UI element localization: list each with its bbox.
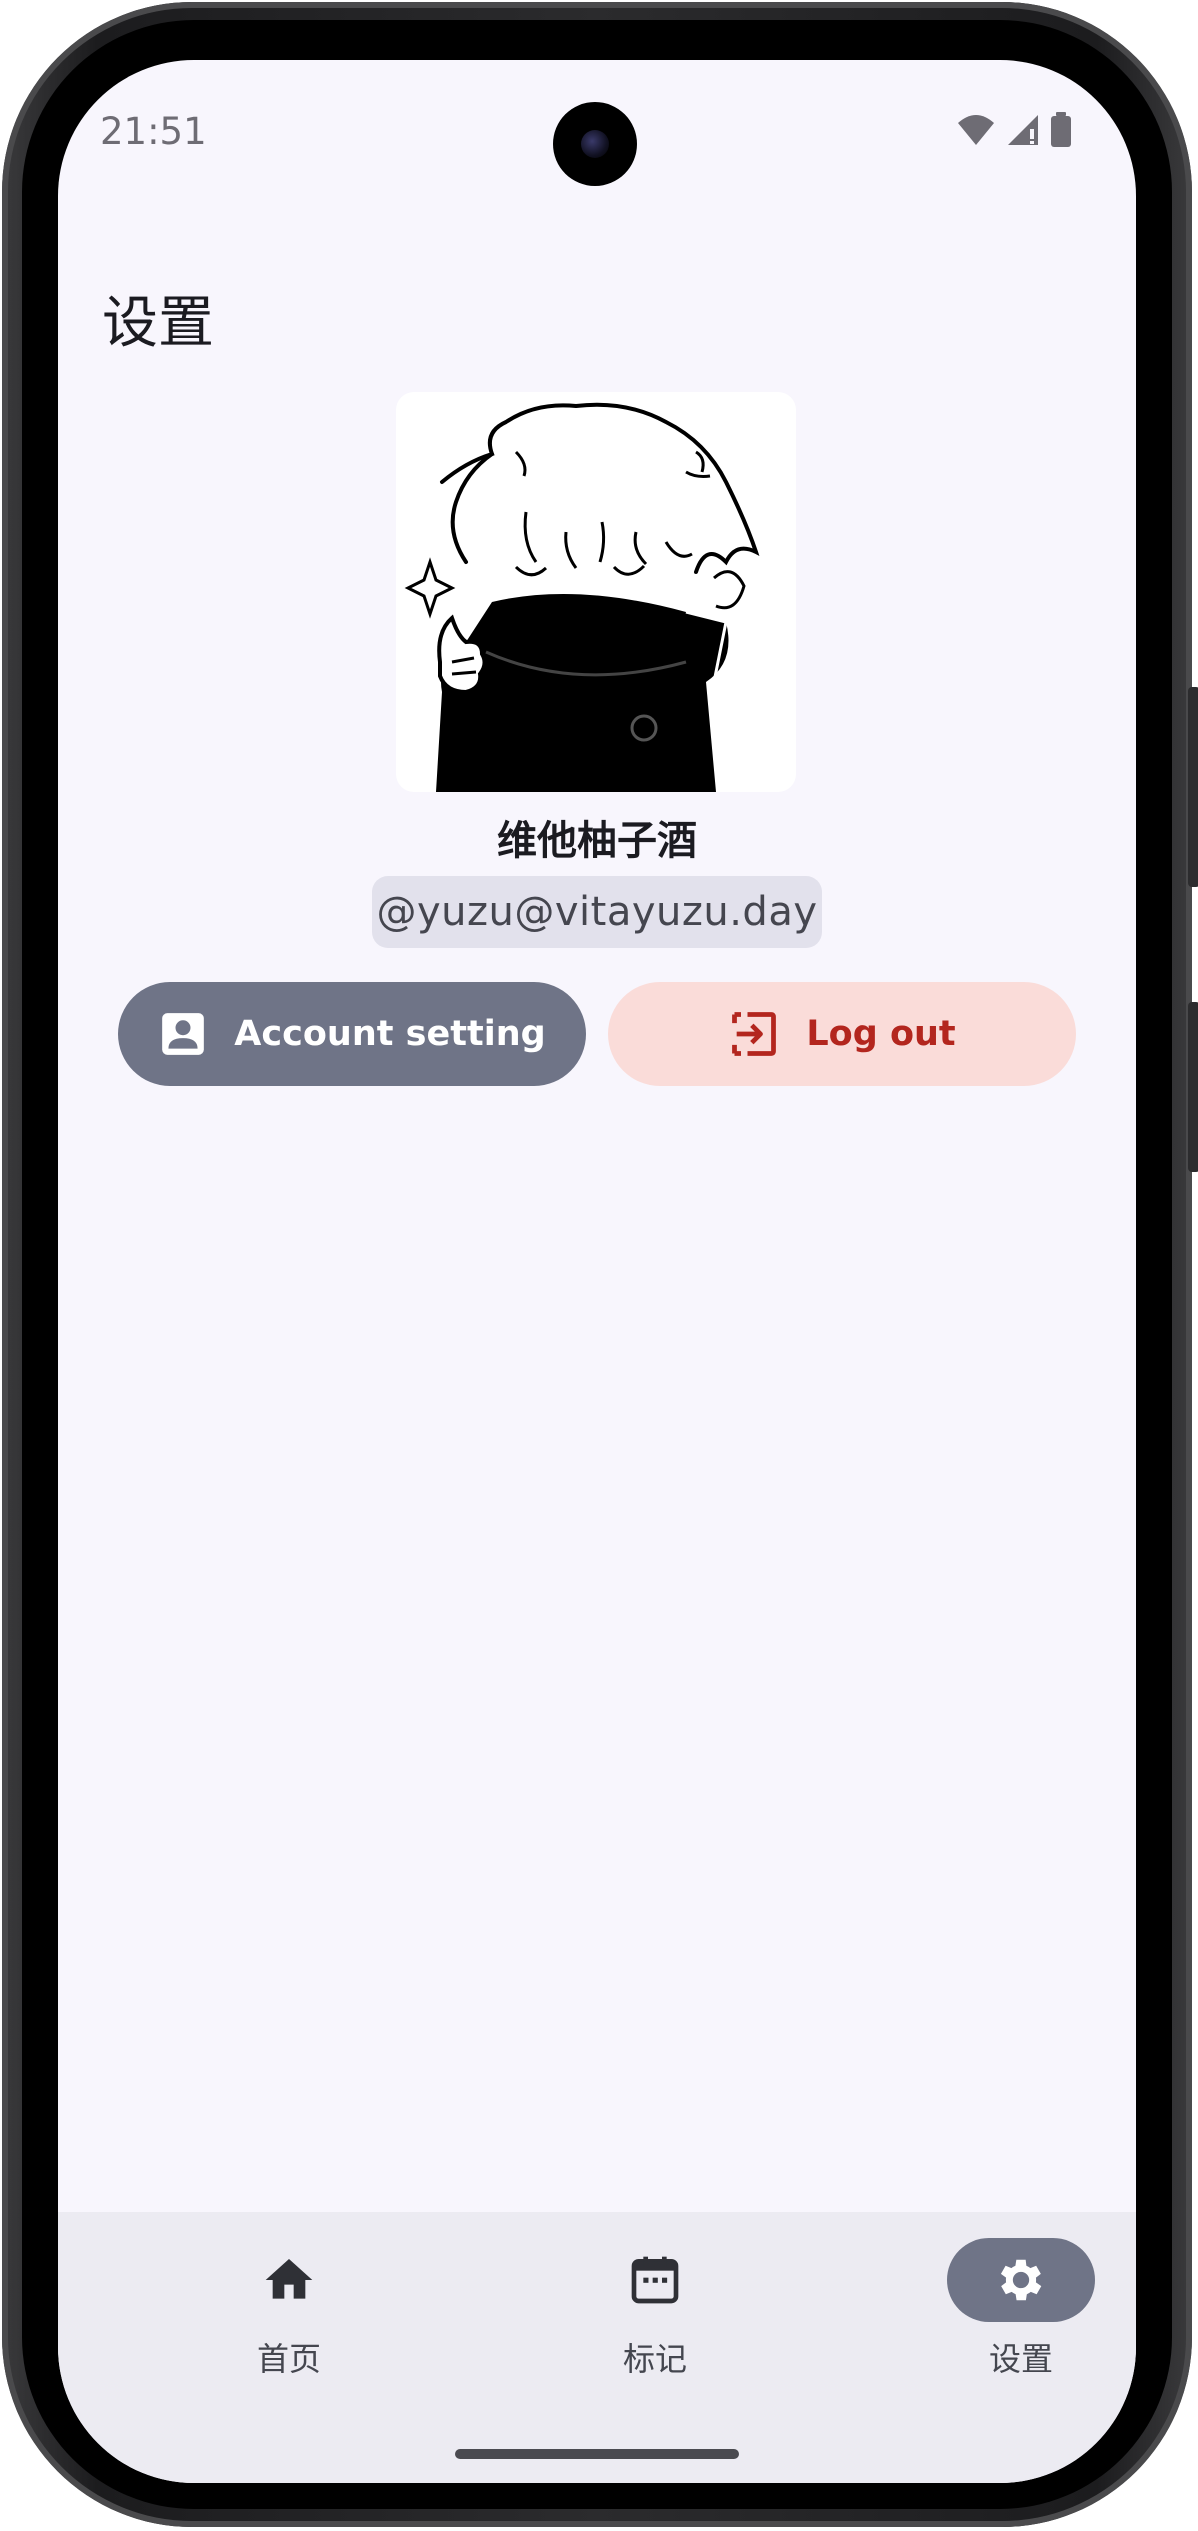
- nav-label: 设置: [988, 2340, 1053, 2378]
- front-camera: [553, 102, 637, 186]
- nav-item-home[interactable]: 首页: [169, 2238, 409, 2380]
- avatar[interactable]: [396, 392, 796, 792]
- nav-indicator: [581, 2238, 729, 2322]
- nav-item-settings[interactable]: 设置: [901, 2238, 1136, 2380]
- logout-label: Log out: [806, 1014, 956, 1054]
- status-bar: 21:51: [58, 60, 1136, 200]
- cell-signal-icon: [1008, 115, 1038, 145]
- logout-button[interactable]: Log out: [608, 982, 1076, 1086]
- nav-indicator: [215, 2238, 363, 2322]
- phone-frame: 21:51 设置 维他柚子酒 @yuzu@vitayuzu.day Accoun…: [2, 2, 1198, 2527]
- gear-icon: [1000, 2259, 1042, 2301]
- battery-icon: [1051, 112, 1071, 147]
- account-setting-label: Account setting: [234, 1014, 546, 1054]
- nav-label: 首页: [256, 2340, 321, 2378]
- logout-icon: [732, 1012, 777, 1056]
- gesture-home-bar[interactable]: [455, 2449, 739, 2459]
- account-handle: @yuzu@vitayuzu.day: [372, 876, 822, 948]
- wifi-icon: [958, 115, 994, 145]
- page-title: 设置: [102, 291, 214, 356]
- account-setting-button[interactable]: Account setting: [118, 982, 586, 1086]
- account-box-icon: [162, 1013, 205, 1055]
- status-time: 21:51: [100, 110, 207, 153]
- avatar-illustration: [404, 402, 760, 792]
- calendar-icon: [631, 2256, 679, 2304]
- display-name: 维他柚子酒: [497, 818, 697, 864]
- home-icon: [265, 2259, 313, 2299]
- status-icons: [956, 112, 1072, 148]
- nav-item-marks[interactable]: 标记: [535, 2238, 775, 2380]
- nav-label: 标记: [622, 2340, 687, 2378]
- bottom-navigation: 首页 标记 设置: [58, 2212, 1136, 2483]
- nav-indicator-active: [947, 2238, 1095, 2322]
- power-button: [1188, 1002, 1198, 1172]
- volume-button: [1188, 687, 1198, 887]
- screen: 21:51 设置 维他柚子酒 @yuzu@vitayuzu.day Accoun…: [58, 60, 1136, 2483]
